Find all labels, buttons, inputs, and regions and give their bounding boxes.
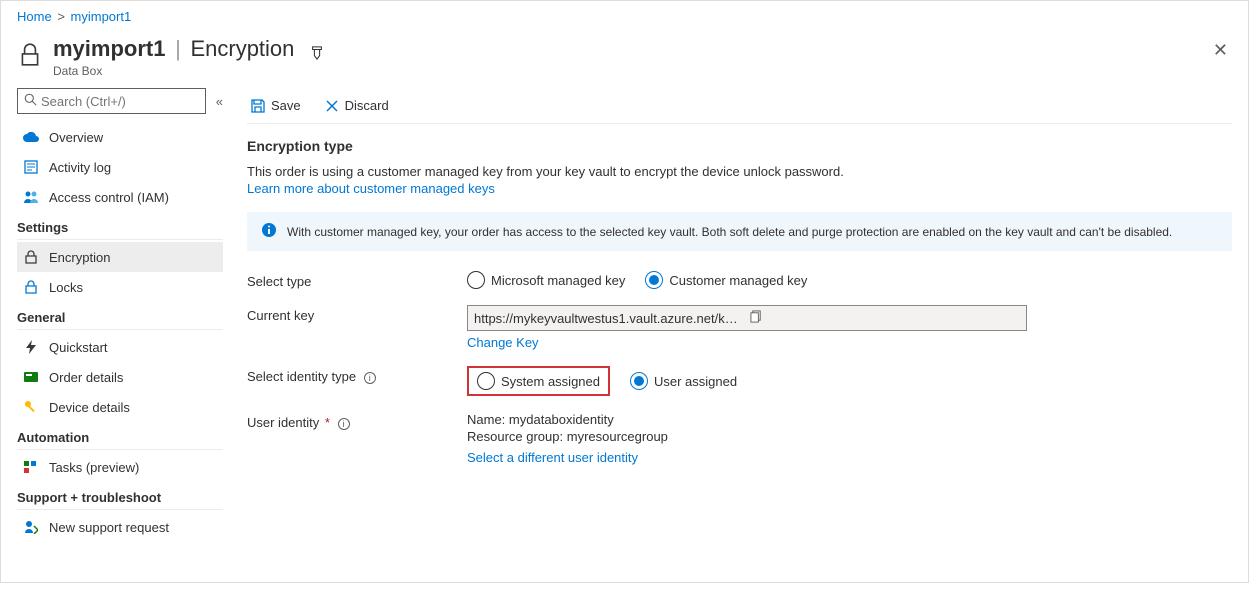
identity-rg-label: Resource group: bbox=[467, 429, 563, 444]
key-icon bbox=[23, 399, 39, 415]
discard-label: Discard bbox=[345, 98, 389, 113]
cloud-icon bbox=[23, 129, 39, 145]
label-current-key: Current key bbox=[247, 305, 467, 323]
save-button[interactable]: Save bbox=[247, 94, 305, 117]
sidebar-item-label: Quickstart bbox=[49, 340, 108, 355]
radio-system-assigned[interactable]: System assigned bbox=[477, 372, 600, 390]
sidebar-item-label: New support request bbox=[49, 520, 169, 535]
sidebar-item-device-details[interactable]: Device details bbox=[17, 392, 223, 422]
tasks-icon bbox=[23, 459, 39, 475]
lock-small-icon bbox=[23, 249, 39, 265]
radio-label: System assigned bbox=[501, 374, 600, 389]
sidebar-group-support: Support + troubleshoot bbox=[17, 482, 223, 510]
sidebar-item-quickstart[interactable]: Quickstart bbox=[17, 332, 223, 362]
breadcrumb: Home > myimport1 bbox=[1, 1, 1248, 32]
log-icon bbox=[23, 159, 39, 175]
support-icon bbox=[23, 519, 39, 535]
sidebar-item-label: Locks bbox=[49, 280, 83, 295]
save-label: Save bbox=[271, 98, 301, 113]
info-banner: With customer managed key, your order ha… bbox=[247, 212, 1232, 251]
identity-type-text: Select identity type bbox=[247, 369, 356, 384]
discard-button[interactable]: Discard bbox=[321, 94, 393, 117]
current-key-display: https://mykeyvaultwestus1.vault.azure.ne… bbox=[467, 305, 1027, 331]
sidebar-group-general: General bbox=[17, 302, 223, 330]
breadcrumb-home[interactable]: Home bbox=[17, 9, 52, 24]
user-identity-text: User identity bbox=[247, 415, 319, 430]
identity-name-value: mydataboxidentity bbox=[509, 412, 614, 427]
radio-label: Microsoft managed key bbox=[491, 273, 625, 288]
info-icon bbox=[261, 222, 277, 241]
order-icon bbox=[23, 369, 39, 385]
radio-user-assigned[interactable]: User assigned bbox=[630, 372, 737, 390]
info-circle-icon[interactable]: i bbox=[338, 418, 350, 430]
sidebar-item-label: Tasks (preview) bbox=[49, 460, 139, 475]
radio-label: User assigned bbox=[654, 374, 737, 389]
sidebar-item-locks[interactable]: Locks bbox=[17, 272, 223, 302]
copy-icon[interactable] bbox=[750, 310, 1020, 326]
main-content: Save Discard Encryption type This order … bbox=[231, 88, 1248, 597]
section-title: Encryption type bbox=[247, 138, 1232, 154]
highlight-system-assigned: System assigned bbox=[467, 366, 610, 396]
info-text: With customer managed key, your order ha… bbox=[287, 225, 1172, 239]
sidebar-item-access-control[interactable]: Access control (IAM) bbox=[17, 182, 223, 212]
page-header: myimport1 | Encryption Data Box ✕ bbox=[1, 32, 1248, 88]
toolbar: Save Discard bbox=[247, 88, 1232, 124]
change-key-link[interactable]: Change Key bbox=[467, 335, 1232, 350]
label-user-identity: User identity * i bbox=[247, 412, 467, 430]
people-icon bbox=[23, 189, 39, 205]
sidebar-item-overview[interactable]: Overview bbox=[17, 122, 223, 152]
sidebar-group-automation: Automation bbox=[17, 422, 223, 450]
sidebar-item-tasks[interactable]: Tasks (preview) bbox=[17, 452, 223, 482]
sidebar-group-settings: Settings bbox=[17, 212, 223, 240]
search-input[interactable] bbox=[41, 94, 199, 109]
breadcrumb-sep: > bbox=[57, 9, 65, 24]
page-section: Encryption bbox=[190, 36, 294, 61]
close-icon[interactable]: ✕ bbox=[1213, 40, 1228, 61]
radio-customer-managed[interactable]: Customer managed key bbox=[645, 271, 807, 289]
sidebar-item-encryption[interactable]: Encryption bbox=[17, 242, 223, 272]
lock-blue-icon bbox=[23, 279, 39, 295]
search-input-wrap[interactable] bbox=[17, 88, 206, 114]
identity-rg-value: myresourcegroup bbox=[567, 429, 668, 444]
save-icon bbox=[251, 99, 265, 113]
sidebar-item-label: Access control (IAM) bbox=[49, 190, 169, 205]
sidebar-item-label: Overview bbox=[49, 130, 103, 145]
radio-icon-selected bbox=[645, 271, 663, 289]
sidebar: « Overview Activity log Access control (… bbox=[1, 88, 231, 597]
sidebar-item-support-request[interactable]: New support request bbox=[17, 512, 223, 542]
search-icon bbox=[24, 93, 37, 109]
sidebar-item-label: Encryption bbox=[49, 250, 110, 265]
sidebar-item-label: Activity log bbox=[49, 160, 111, 175]
radio-icon bbox=[467, 271, 485, 289]
sidebar-item-label: Order details bbox=[49, 370, 123, 385]
current-key-value: https://mykeyvaultwestus1.vault.azure.ne… bbox=[474, 311, 744, 326]
lightning-icon bbox=[23, 339, 39, 355]
radio-microsoft-managed[interactable]: Microsoft managed key bbox=[467, 271, 625, 289]
radio-icon bbox=[477, 372, 495, 390]
title-separator: | bbox=[175, 36, 181, 61]
select-different-identity-link[interactable]: Select a different user identity bbox=[467, 450, 1232, 465]
page-title: myimport1 bbox=[53, 36, 165, 61]
identity-name-label: Name: bbox=[467, 412, 505, 427]
learn-more-link[interactable]: Learn more about customer managed keys bbox=[247, 181, 1232, 196]
lock-icon bbox=[17, 42, 43, 68]
label-identity-type: Select identity type i bbox=[247, 366, 467, 384]
breadcrumb-current[interactable]: myimport1 bbox=[71, 9, 132, 24]
sidebar-item-activity-log[interactable]: Activity log bbox=[17, 152, 223, 182]
label-select-type: Select type bbox=[247, 271, 467, 289]
radio-icon-selected bbox=[630, 372, 648, 390]
required-asterisk: * bbox=[325, 415, 330, 430]
page-subtitle: Data Box bbox=[53, 64, 294, 78]
collapse-sidebar-icon[interactable]: « bbox=[216, 94, 223, 109]
section-description: This order is using a customer managed k… bbox=[247, 164, 1232, 179]
sidebar-item-label: Device details bbox=[49, 400, 130, 415]
pin-icon[interactable] bbox=[310, 46, 324, 63]
radio-label: Customer managed key bbox=[669, 273, 807, 288]
info-circle-icon[interactable]: i bbox=[364, 372, 376, 384]
sidebar-item-order-details[interactable]: Order details bbox=[17, 362, 223, 392]
discard-icon bbox=[325, 99, 339, 113]
